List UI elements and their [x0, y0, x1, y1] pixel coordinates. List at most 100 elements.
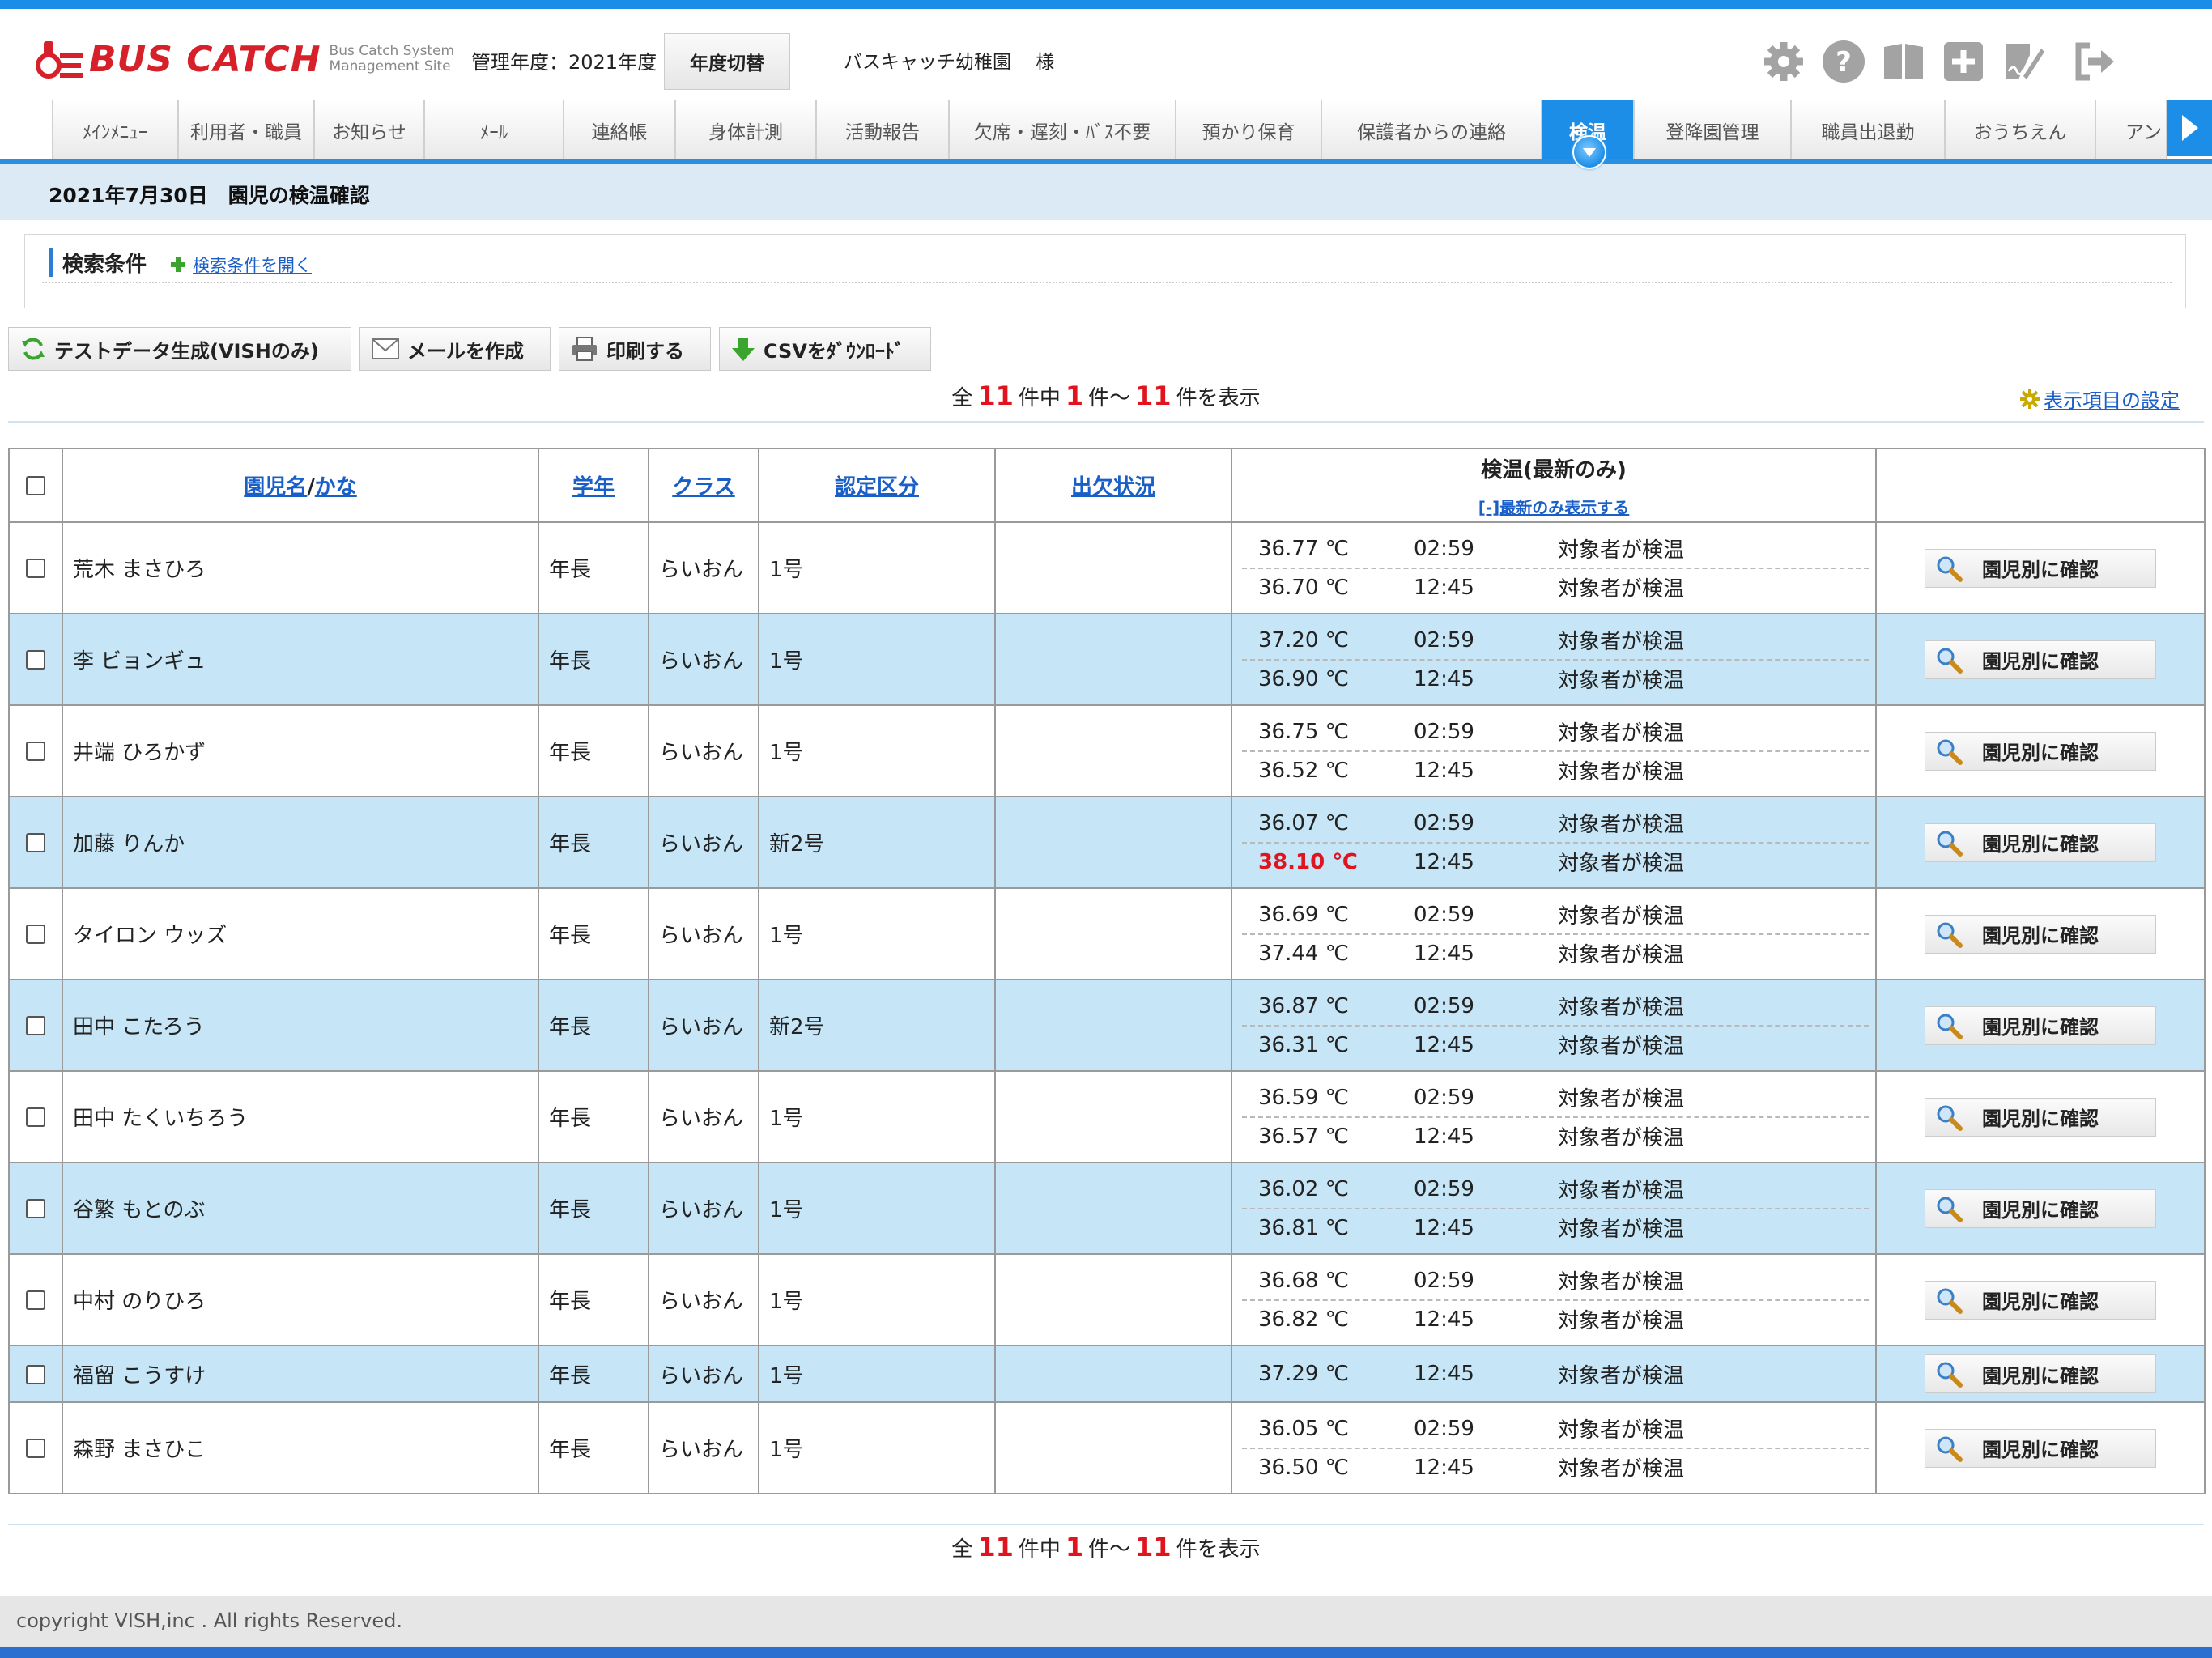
compose-mail-button[interactable]: メールを作成 [359, 327, 551, 371]
tab-users-staff[interactable]: 利用者・職員 [178, 100, 314, 159]
temperature-value: 36.07 ℃ [1258, 810, 1349, 835]
tab-contact-book[interactable]: 連絡帳 [564, 100, 675, 159]
temperature-entry: 36.75 ℃ 02:59 対象者が検温 [1242, 713, 1869, 752]
row-checkbox[interactable] [26, 1016, 45, 1035]
tab-ouchien[interactable]: おうちえん [1945, 100, 2095, 159]
count-suffix: 件を表示 [1176, 1537, 1261, 1562]
temperature-status: 対象者が検温 [1558, 538, 1685, 563]
row-checkbox[interactable] [26, 1439, 45, 1458]
temperature-value: 36.31 ℃ [1258, 1032, 1349, 1057]
col-actions [1875, 448, 2206, 523]
temperature-status: 対象者が検温 [1558, 630, 1685, 654]
temperature-cell: 37.29 ℃ 12:45 対象者が検温 [1231, 1345, 1877, 1403]
confirm-child-button[interactable]: 園児別に確認 [1925, 914, 2156, 954]
select-all-checkbox[interactable] [26, 476, 45, 495]
temperature-time: 02:59 [1414, 1085, 1474, 1110]
row-checkbox[interactable] [26, 1290, 45, 1310]
col-name: 園児名/かな [62, 448, 539, 523]
logout-icon[interactable] [2069, 36, 2120, 87]
row-checkbox[interactable] [26, 650, 45, 670]
attendance-cell [994, 1253, 1232, 1346]
temperature-time: 02:59 [1414, 1268, 1474, 1293]
temperature-value: 36.69 ℃ [1258, 902, 1349, 927]
row-select-cell [8, 704, 63, 797]
confirm-child-button[interactable]: 園児別に確認 [1925, 640, 2156, 679]
confirm-child-button[interactable]: 園児別に確認 [1925, 1005, 2156, 1045]
settings-gear-icon [2020, 389, 2040, 409]
latest-only-toggle[interactable]: [-]最新のみ表示する [1233, 495, 1874, 518]
cert-cell: 1号 [758, 887, 996, 980]
confirm-child-button[interactable]: 園児別に確認 [1925, 1354, 2156, 1393]
confirm-child-button[interactable]: 園児別に確認 [1925, 1097, 2156, 1137]
cert-cell: 1号 [758, 521, 996, 614]
tab-main-menu[interactable]: ﾒｲﾝﾒﾆｭｰ [52, 100, 178, 159]
year-switch-button[interactable]: 年度切替 [664, 33, 790, 90]
temperature-status: 対象者が検温 [1558, 1309, 1685, 1333]
temperature-time: 12:45 [1414, 1455, 1474, 1480]
confirm-child-button[interactable]: 園児別に確認 [1925, 548, 2156, 588]
confirm-child-label: 園児別に確認 [1982, 925, 2099, 947]
test-data-button[interactable]: テストデータ生成(VISHのみ) [8, 327, 351, 371]
row-checkbox[interactable] [26, 925, 45, 944]
child-name: 井端 ひろかず [62, 704, 539, 797]
sort-kana-link[interactable]: かな [315, 475, 357, 500]
tab-body-measure[interactable]: 身体計測 [675, 100, 816, 159]
table-header-row: 園児名/かな 学年 クラス 認定区分 出欠状況 検温(最新のみ) [-]最新のみ… [8, 448, 2206, 523]
csv-download-button[interactable]: CSVをﾀﾞｳﾝﾛｰﾄﾞ [719, 327, 931, 371]
row-checkbox[interactable] [26, 559, 45, 578]
confirm-child-button[interactable]: 園児別に確認 [1925, 1280, 2156, 1320]
school-name: バスキャッチ幼稚園 様 [844, 52, 1055, 73]
sort-grade-link[interactable]: 学年 [572, 475, 615, 500]
row-action-cell: 園児別に確認 [1875, 613, 2206, 706]
signature-icon[interactable] [1998, 36, 2048, 87]
temperature-entry: 36.02 ℃ 02:59 対象者が検温 [1242, 1171, 1869, 1209]
tab-more[interactable]: アン [2095, 100, 2167, 159]
row-select-cell [8, 1345, 63, 1403]
magnifier-icon [1937, 1436, 1963, 1462]
tab-attendance[interactable]: 登降園管理 [1634, 100, 1791, 159]
tab-staff-attendance[interactable]: 職員出退勤 [1791, 100, 1945, 159]
count-to: 11 [1135, 1532, 1172, 1562]
search-open-link[interactable]: 検索条件を開く [170, 253, 312, 277]
temperature-value: 36.59 ℃ [1258, 1085, 1349, 1110]
tab-activity-report[interactable]: 活動報告 [816, 100, 949, 159]
row-checkbox[interactable] [26, 1107, 45, 1127]
gear-icon[interactable] [1759, 36, 1809, 87]
manual-book-icon[interactable] [1878, 36, 1929, 87]
tab-notices[interactable]: お知らせ [314, 100, 424, 159]
display-settings-link[interactable]: 表示項目の設定 [2019, 385, 2180, 413]
sort-name-link[interactable]: 園児名 [244, 475, 307, 500]
sort-attendance-link[interactable]: 出欠状況 [1071, 475, 1155, 500]
display-settings-label: 表示項目の設定 [2044, 389, 2180, 412]
tab-childcare[interactable]: 預かり保育 [1176, 100, 1321, 159]
row-checkbox[interactable] [26, 833, 45, 852]
temperature-entry: 36.87 ℃ 02:59 対象者が検温 [1242, 988, 1869, 1027]
confirm-child-button[interactable]: 園児別に確認 [1925, 1188, 2156, 1228]
tab-absence[interactable]: 欠席・遅刻・ﾊﾞｽ不要 [949, 100, 1176, 159]
logo[interactable]: BUS CATCH Bus Catch System Management Si… [36, 35, 459, 83]
row-checkbox[interactable] [26, 1199, 45, 1218]
print-button[interactable]: 印刷する [559, 327, 711, 371]
copyright: copyright VISH,inc . All rights Reserved… [16, 1609, 402, 1632]
confirm-child-button[interactable]: 園児別に確認 [1925, 1428, 2156, 1468]
confirm-child-button[interactable]: 園児別に確認 [1925, 731, 2156, 771]
add-icon[interactable] [1938, 36, 1989, 87]
table-row: 李 ビョンギュ 年長 らいおん 1号 37.20 ℃ 02:59 対象者が検温 36.90 ℃… [8, 613, 2206, 706]
row-checkbox[interactable] [26, 742, 45, 761]
tab-mail[interactable]: ﾒｰﾙ [424, 100, 564, 159]
row-checkbox[interactable] [26, 1364, 45, 1384]
temperature-entry: 36.57 ℃ 12:45 対象者が検温 [1242, 1118, 1869, 1155]
grade-cell: 年長 [538, 1070, 649, 1163]
confirm-child-button[interactable]: 園児別に確認 [1925, 823, 2156, 862]
help-icon[interactable]: ? [1819, 36, 1869, 87]
nav-scroll-right-icon[interactable] [2167, 100, 2212, 156]
sort-cert-link[interactable]: 認定区分 [835, 475, 919, 500]
plus-icon [170, 257, 186, 273]
temperature-cell: 36.07 ℃ 02:59 対象者が検温 38.10 ℃ 12:45 対象者が検温 [1231, 796, 1877, 889]
sort-class-link[interactable]: クラス [672, 475, 734, 500]
tab-parent-contact[interactable]: 保護者からの連絡 [1321, 100, 1542, 159]
active-tab-indicator-icon [1572, 135, 1606, 169]
temperature-value: 36.02 ℃ [1258, 1176, 1349, 1201]
temperature-status: 対象者が検温 [1558, 1418, 1685, 1443]
class-cell: らいおん [648, 796, 759, 889]
